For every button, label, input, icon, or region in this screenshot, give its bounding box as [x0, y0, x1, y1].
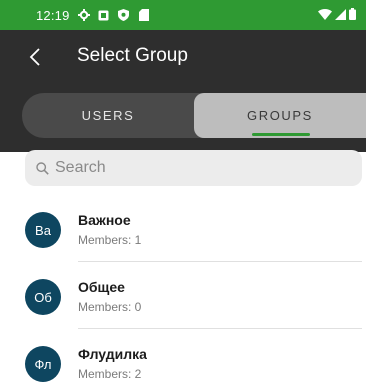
search-input[interactable]	[55, 159, 345, 177]
tab-users[interactable]: USERS	[22, 93, 194, 138]
chevron-left-icon	[29, 48, 40, 66]
group-members-count: Members: 1	[78, 233, 142, 247]
group-row[interactable]: Фл Флудилка Members: 2	[0, 330, 366, 392]
cellular-signal-icon	[335, 8, 346, 23]
tab-groups[interactable]: GROUPS	[194, 93, 366, 138]
status-time: 12:19	[36, 7, 70, 23]
group-name: Флудилка	[78, 346, 147, 362]
back-button[interactable]	[20, 42, 50, 72]
group-members-count: Members: 0	[78, 300, 142, 314]
battery-icon	[349, 7, 356, 23]
group-name: Важное	[78, 212, 131, 228]
search-bar	[25, 150, 362, 186]
shield-icon	[118, 9, 130, 21]
group-name: Общее	[78, 279, 125, 295]
app-bar: Select Group USERS GROUPS	[0, 30, 366, 152]
divider	[78, 328, 362, 329]
tab-users-label: USERS	[81, 108, 135, 123]
sd-card-icon	[138, 9, 150, 21]
group-row[interactable]: Ва Важное Members: 1	[0, 196, 366, 262]
status-bar: 12:19	[0, 0, 366, 30]
gear-icon	[77, 9, 90, 21]
status-indicators	[318, 7, 356, 23]
divider	[78, 261, 362, 262]
notification-box-icon	[98, 9, 110, 21]
search-icon	[36, 161, 49, 175]
tab-bar: USERS GROUPS	[22, 93, 366, 138]
group-members-count: Members: 2	[78, 367, 142, 381]
tab-selected-indicator	[252, 133, 310, 136]
page-title: Select Group	[77, 45, 188, 66]
tab-groups-label: GROUPS	[247, 108, 313, 123]
avatar: Фл	[25, 346, 61, 382]
avatar: Ва	[25, 212, 61, 248]
avatar: Об	[25, 279, 61, 315]
group-row[interactable]: Об Общее Members: 0	[0, 263, 366, 329]
wifi-icon	[318, 8, 332, 23]
